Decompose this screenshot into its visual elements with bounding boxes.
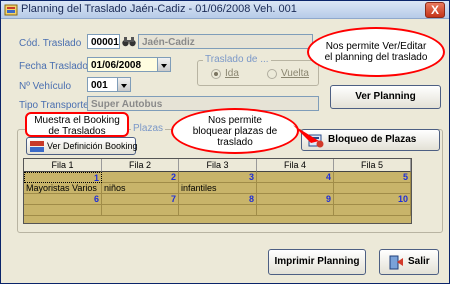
binoculars-icon[interactable] xyxy=(121,34,137,49)
grid-header-fila-2[interactable]: Fila 2 xyxy=(102,159,179,172)
booking-icon xyxy=(30,141,44,152)
callout-bloqueo: Nos permite bloquear plazas de traslado xyxy=(171,108,299,154)
radio-vuelta-label[interactable]: Vuelta xyxy=(281,68,309,79)
imprimir-planning-label: Imprimir Planning xyxy=(274,256,360,267)
callout-bloqueo-arrow xyxy=(293,125,319,143)
radio-ida-label[interactable]: Ida xyxy=(225,68,239,79)
chevron-down-icon[interactable] xyxy=(157,58,170,71)
vehiculo-combo[interactable]: 001 xyxy=(87,77,131,92)
title-bar[interactable]: Planning del Traslado Jaén-Cadiz - 01/06… xyxy=(1,1,449,19)
app-icon xyxy=(4,4,18,16)
callout-booking: Muestra el Booking de Traslados xyxy=(25,112,129,137)
cod-traslado-name-field: Jaén-Cadiz xyxy=(138,34,313,49)
grid-header-fila-4[interactable]: Fila 4 xyxy=(257,159,334,172)
radio-vuelta[interactable] xyxy=(267,69,277,79)
grid-cell[interactable]: 7 xyxy=(102,194,179,205)
grid-cell[interactable]: 3 xyxy=(179,172,257,183)
callout-booking-text: Muestra el Booking de Traslados xyxy=(34,115,120,137)
grid-header-fila-3[interactable]: Fila 3 xyxy=(179,159,257,172)
callout-planning-text: Nos permite Ver/Editar el planning del t… xyxy=(324,41,428,63)
cod-traslado-field[interactable]: 00001 xyxy=(87,34,120,49)
chevron-down-icon[interactable] xyxy=(117,78,130,91)
grid-cell[interactable] xyxy=(179,205,257,216)
grid-cell[interactable]: niños xyxy=(102,183,179,194)
ver-definicion-booking-button[interactable]: Ver Definición Booking xyxy=(26,137,138,155)
grid-cell[interactable]: 8 xyxy=(179,194,257,205)
window-title: Planning del Traslado Jaén-Cadiz - 01/06… xyxy=(21,3,297,15)
ver-definicion-label: Ver Definición Booking xyxy=(47,141,138,151)
salir-label: Salir xyxy=(408,256,430,267)
fecha-traslado-label: Fecha Traslado xyxy=(19,61,88,72)
vehiculo-value: 001 xyxy=(91,80,108,91)
grid-header-fila-5[interactable]: Fila 5 xyxy=(334,159,411,172)
traslado-group-title: Traslado de ... xyxy=(203,54,271,65)
grid-cell[interactable]: 2 xyxy=(102,172,179,183)
cod-traslado-label: Cód. Traslado xyxy=(19,38,82,49)
fecha-traslado-combo[interactable]: 01/06/2008 xyxy=(87,57,171,72)
bloqueo-plazas-label: Bloqueo de Plazas xyxy=(328,134,417,145)
grid-cell[interactable] xyxy=(257,205,334,216)
grid-cell[interactable]: 9 xyxy=(257,194,334,205)
grid-cell[interactable] xyxy=(102,205,179,216)
grid-cell[interactable]: 5 xyxy=(334,172,411,183)
grid-cell[interactable] xyxy=(334,205,411,216)
vehiculo-label: Nº Vehículo xyxy=(19,81,72,92)
callout-bloqueo-text: Nos permite bloquear plazas de traslado xyxy=(192,114,278,148)
planning-window: Planning del Traslado Jaén-Cadiz - 01/06… xyxy=(0,0,450,284)
grid-cell[interactable] xyxy=(24,205,102,216)
ver-planning-button[interactable]: Ver Planning xyxy=(330,85,441,109)
grid-cell[interactable]: 4 xyxy=(257,172,334,183)
exit-door-icon xyxy=(389,255,403,270)
plazas-grid[interactable]: Fila 1 Fila 2 Fila 3 Fila 4 Fila 5 1 2 3… xyxy=(23,158,412,224)
ver-planning-label: Ver Planning xyxy=(355,91,416,102)
radio-ida[interactable] xyxy=(211,69,221,79)
plazas-group-title: Plazas xyxy=(131,123,166,134)
callout-planning: Nos permite Ver/Editar el planning del t… xyxy=(307,27,445,77)
salir-button[interactable]: Salir xyxy=(379,249,439,275)
grid-cell[interactable] xyxy=(334,183,411,194)
grid-header-fila-1[interactable]: Fila 1 xyxy=(24,159,102,172)
grid-cell[interactable]: 6 xyxy=(24,194,102,205)
grid-cell[interactable] xyxy=(257,183,334,194)
close-button[interactable]: X xyxy=(425,2,445,18)
fecha-traslado-value: 01/06/2008 xyxy=(91,60,142,71)
grid-cell[interactable]: 1 xyxy=(24,172,102,183)
tipo-transporte-field: Super Autobus xyxy=(87,96,319,111)
tipo-transporte-label: Tipo Transporte xyxy=(19,100,89,111)
grid-cell[interactable]: Mayoristas Varios xyxy=(24,183,102,194)
imprimir-planning-button[interactable]: Imprimir Planning xyxy=(268,249,366,275)
grid-cell[interactable]: 10 xyxy=(334,194,411,205)
grid-cell[interactable]: infantiles xyxy=(179,183,257,194)
